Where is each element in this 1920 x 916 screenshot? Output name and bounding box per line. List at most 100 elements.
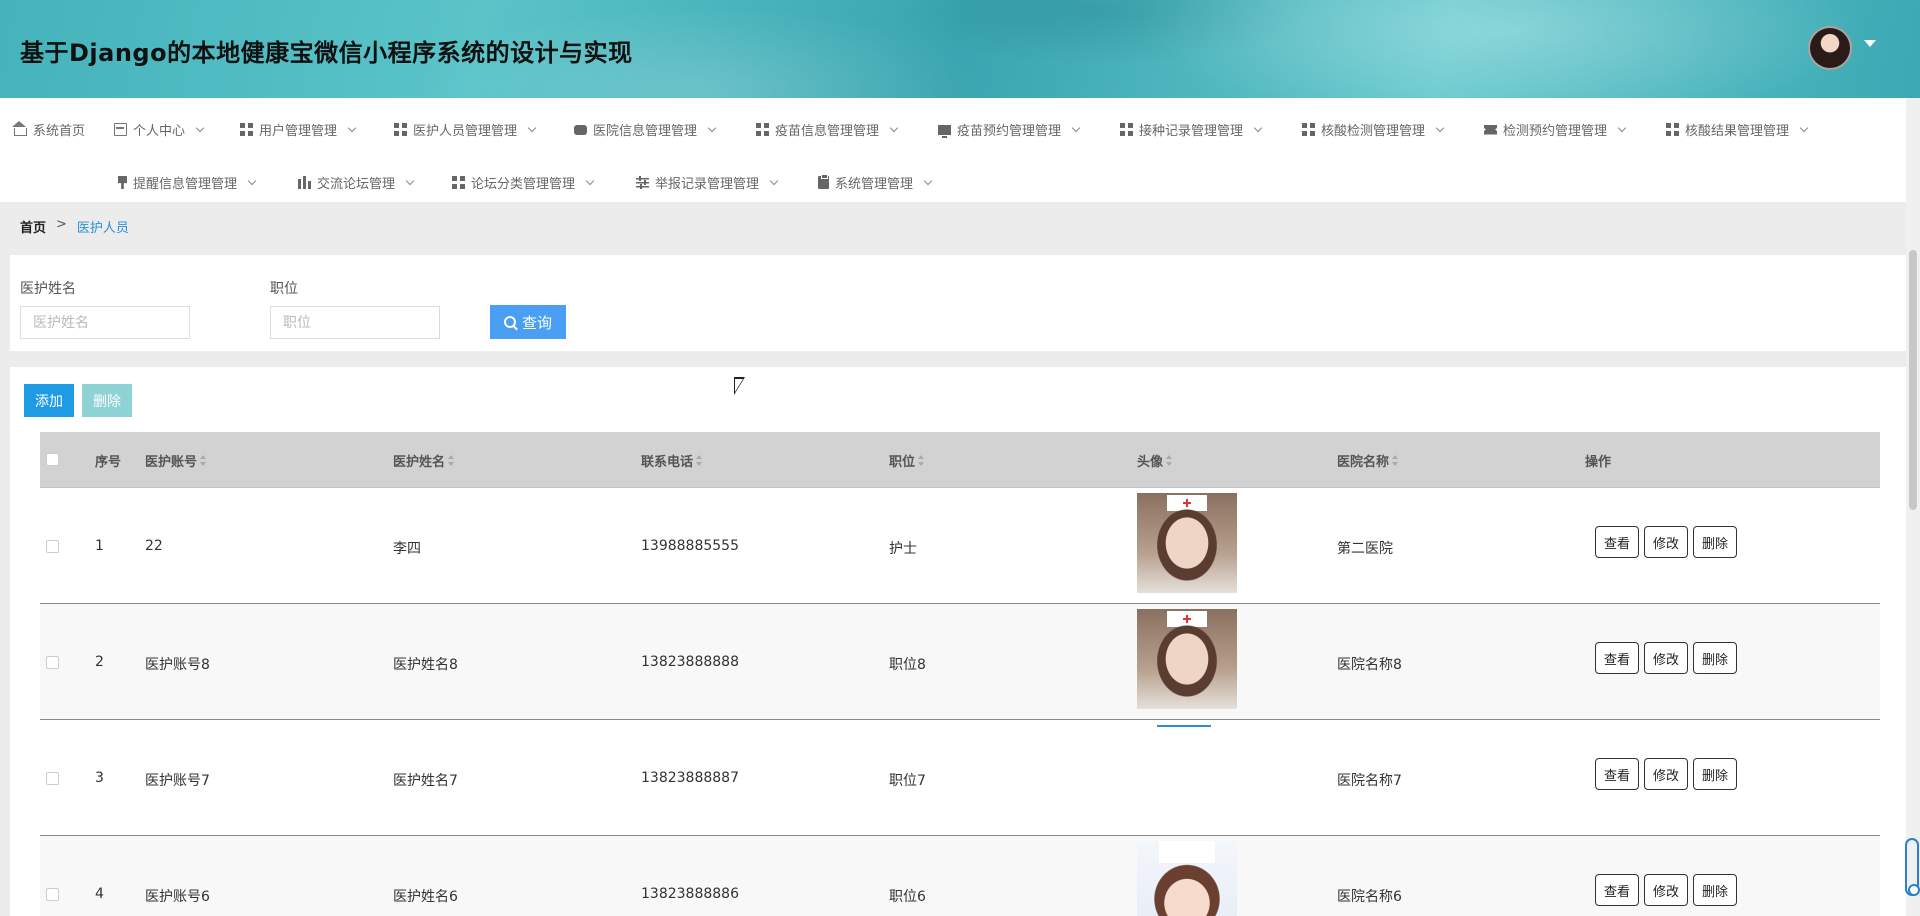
grid-icon bbox=[452, 176, 465, 189]
add-button[interactable]: 添加 bbox=[24, 384, 74, 417]
avatar-image bbox=[1137, 493, 1237, 593]
row-checkbox[interactable] bbox=[46, 540, 59, 553]
broken-image-icon bbox=[1137, 725, 1237, 825]
cell-account: 22 bbox=[145, 538, 163, 554]
grid-icon bbox=[1302, 123, 1315, 136]
user-avatar[interactable] bbox=[1808, 26, 1852, 70]
cell-index: 1 bbox=[95, 538, 104, 554]
column-header-avatar[interactable]: 头像 bbox=[1137, 451, 1173, 470]
page-scrollbar[interactable] bbox=[1906, 98, 1920, 916]
edit-button[interactable]: 修改 bbox=[1644, 642, 1689, 674]
delete-button[interactable]: 删除 bbox=[1693, 758, 1738, 790]
edit-button[interactable]: 修改 bbox=[1644, 874, 1689, 906]
nav-item-label: 核酸结果管理管理 bbox=[1685, 124, 1790, 139]
view-button[interactable]: 查看 bbox=[1595, 526, 1640, 558]
column-header-name[interactable]: 医护姓名 bbox=[393, 451, 455, 470]
nav-item-label: 医护人员管理管理 bbox=[413, 124, 518, 139]
cell-name: 医护姓名6 bbox=[393, 889, 458, 905]
nav-item-vaccines[interactable]: 疫苗信息管理管理 bbox=[756, 120, 899, 139]
nav-item-home[interactable]: 系统首页 bbox=[12, 120, 86, 139]
query-button[interactable]: 查询 bbox=[490, 305, 566, 339]
bar-chart-icon bbox=[298, 176, 311, 189]
column-header-label: 职位 bbox=[889, 455, 916, 470]
nav-item-reminders[interactable]: 提醒信息管理管理 bbox=[118, 173, 257, 192]
caret-down-icon[interactable] bbox=[1864, 40, 1876, 47]
chevron-down-icon bbox=[247, 176, 257, 185]
cell-account: 医护账号8 bbox=[145, 657, 210, 673]
search-icon bbox=[503, 316, 516, 328]
select-all-checkbox[interactable] bbox=[46, 453, 59, 466]
cell-account: 医护账号6 bbox=[145, 889, 210, 905]
grid-icon bbox=[756, 123, 769, 136]
nav-item-label: 系统首页 bbox=[33, 124, 86, 139]
chevron-down-icon bbox=[1253, 123, 1263, 132]
row-actions: 查看 修改 删除 bbox=[1595, 874, 1738, 906]
view-button[interactable]: 查看 bbox=[1595, 874, 1640, 906]
nav-item-nucleic-results[interactable]: 核酸结果管理管理 bbox=[1666, 120, 1809, 139]
delete-button[interactable]: 删除 bbox=[1693, 874, 1738, 906]
main-nav: 系统首页 个人中心 用户管理管理 医护人员管理管理 医院信息管理管理 疫苗信息管… bbox=[0, 98, 1920, 236]
cell-account: 医护账号7 bbox=[145, 773, 210, 789]
column-header-label: 操作 bbox=[1585, 455, 1612, 470]
breadcrumb: 首页 > 医护人员 bbox=[20, 217, 129, 236]
name-filter-input[interactable] bbox=[20, 306, 190, 339]
position-filter-input[interactable] bbox=[270, 306, 440, 339]
nav-item-hospitals[interactable]: 医院信息管理管理 bbox=[574, 120, 717, 139]
nav-item-label: 系统管理管理 bbox=[835, 177, 914, 192]
batch-delete-button[interactable]: 删除 bbox=[82, 384, 132, 417]
sliders-icon bbox=[636, 176, 649, 189]
nav-item-label: 交流论坛管理 bbox=[317, 177, 396, 192]
edit-button[interactable]: 修改 bbox=[1644, 526, 1689, 558]
chevron-down-icon bbox=[889, 123, 899, 132]
table-row: 1 22 李四 13988885555 护士 第二医院 查看 修改 删除 bbox=[40, 488, 1880, 604]
nav-item-forum[interactable]: 交流论坛管理 bbox=[298, 173, 415, 192]
column-header-phone[interactable]: 联系电话 bbox=[641, 451, 703, 470]
row-checkbox[interactable] bbox=[46, 772, 59, 785]
scrollbar-thumb[interactable] bbox=[1909, 250, 1917, 510]
row-checkbox[interactable] bbox=[46, 888, 59, 901]
chevron-down-icon bbox=[585, 176, 595, 185]
chevron-down-icon bbox=[1071, 123, 1081, 132]
nav-item-profile[interactable]: 个人中心 bbox=[114, 120, 205, 139]
row-checkbox[interactable] bbox=[46, 656, 59, 669]
nav-item-vaccine-appointments[interactable]: 疫苗预约管理管理 bbox=[938, 120, 1081, 139]
nav-item-reports[interactable]: 举报记录管理管理 bbox=[636, 173, 779, 192]
nav-item-medical-staff[interactable]: 医护人员管理管理 bbox=[394, 120, 537, 139]
column-header-label: 头像 bbox=[1137, 455, 1164, 470]
chevron-down-icon bbox=[1799, 123, 1809, 132]
view-button[interactable]: 查看 bbox=[1595, 758, 1640, 790]
nav-item-vaccination-records[interactable]: 接种记录管理管理 bbox=[1120, 120, 1263, 139]
grid-icon bbox=[1120, 123, 1133, 136]
avatar-image bbox=[1137, 609, 1237, 709]
delete-button[interactable]: 删除 bbox=[1693, 526, 1738, 558]
nav-item-users[interactable]: 用户管理管理 bbox=[240, 120, 357, 139]
nav-item-nucleic-tests[interactable]: 核酸检测管理管理 bbox=[1302, 120, 1445, 139]
breadcrumb-home[interactable]: 首页 bbox=[20, 217, 46, 236]
column-header-hospital[interactable]: 医院名称 bbox=[1337, 451, 1399, 470]
nav-item-label: 举报记录管理管理 bbox=[655, 177, 760, 192]
grid-icon bbox=[240, 123, 253, 136]
column-header-actions: 操作 bbox=[1585, 451, 1611, 470]
column-header-position[interactable]: 职位 bbox=[889, 451, 925, 470]
cell-position: 护士 bbox=[889, 541, 917, 557]
cell-phone: 13823888888 bbox=[641, 654, 739, 670]
view-button[interactable]: 查看 bbox=[1595, 642, 1640, 674]
column-header-label: 医护账号 bbox=[145, 455, 198, 470]
nav-item-label: 核酸检测管理管理 bbox=[1321, 124, 1426, 139]
cell-position: 职位6 bbox=[889, 889, 926, 905]
brush-icon bbox=[118, 176, 127, 189]
query-button-label: 查询 bbox=[521, 313, 552, 332]
nav-item-label: 提醒信息管理管理 bbox=[133, 177, 238, 192]
cell-name: 医护姓名8 bbox=[393, 657, 458, 673]
delete-button[interactable]: 删除 bbox=[1693, 642, 1738, 674]
cell-phone: 13988885555 bbox=[641, 538, 739, 554]
home-icon bbox=[12, 121, 27, 136]
nav-item-test-appointments[interactable]: 检测预约管理管理 bbox=[1484, 120, 1627, 139]
edit-button[interactable]: 修改 bbox=[1644, 758, 1689, 790]
scroll-cursor-icon bbox=[1905, 838, 1920, 896]
row-actions: 查看 修改 删除 bbox=[1595, 758, 1738, 790]
column-header-account[interactable]: 医护账号 bbox=[145, 451, 207, 470]
row-actions: 查看 修改 删除 bbox=[1595, 526, 1738, 558]
nav-item-forum-categories[interactable]: 论坛分类管理管理 bbox=[452, 173, 595, 192]
nav-item-system[interactable]: 系统管理管理 bbox=[818, 173, 933, 192]
